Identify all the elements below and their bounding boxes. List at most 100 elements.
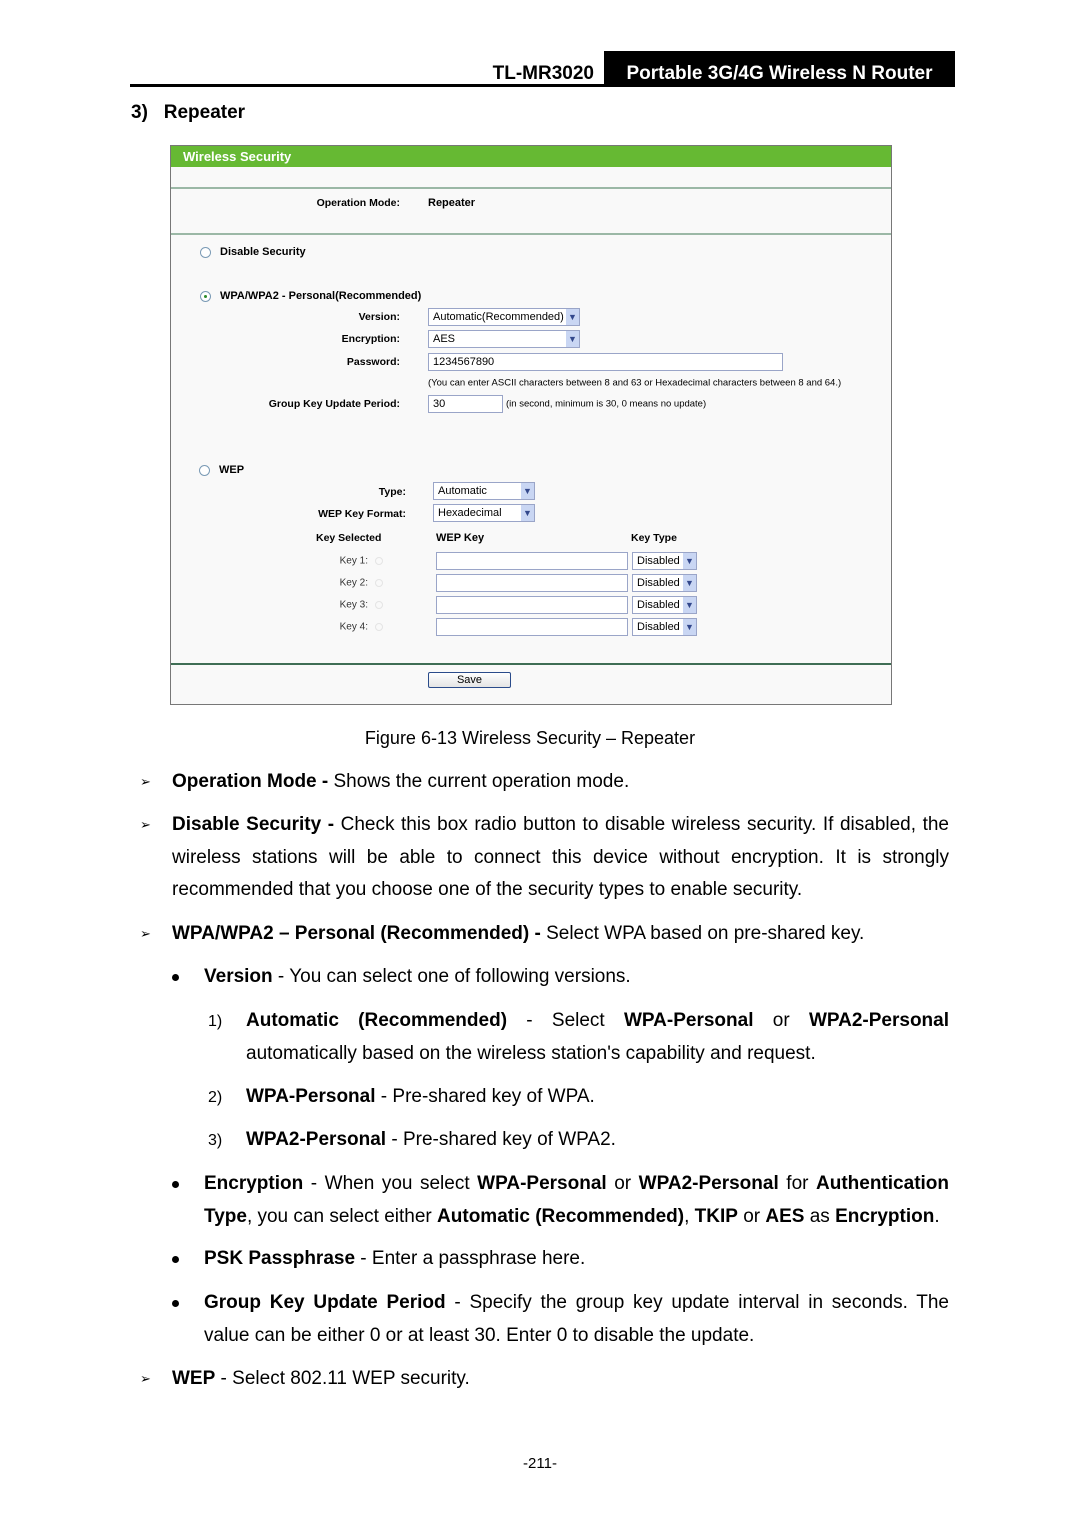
wireless-security-panel: Wireless Security Operation Mode: Repeat… <box>170 145 892 705</box>
arrow-bullet-icon: ➢ <box>140 817 151 832</box>
wpa-personal-label: WPA/WPA2 - Personal(Recommended) <box>220 290 422 302</box>
paragraph: PSK Passphrase - Enter a passphrase here… <box>204 1243 949 1276</box>
col-key-selected: Key Selected <box>316 532 382 544</box>
password-input[interactable]: 1234567890 <box>428 353 783 371</box>
key-type-select[interactable]: Disabled ▼ <box>632 552 697 570</box>
save-button[interactable]: Save <box>428 672 511 688</box>
key-selected-radio[interactable] <box>375 557 383 565</box>
text: or <box>737 1205 766 1227</box>
paragraph: WPA/WPA2 – Personal (Recommended) - Sele… <box>172 918 949 951</box>
key-label: Key 2: <box>339 577 368 589</box>
operation-mode-value: Repeater <box>428 197 476 209</box>
bullet-icon <box>172 1300 179 1307</box>
bold-term: WPA2-Personal <box>246 1129 387 1150</box>
text: - Select 802.11 WEP security. <box>215 1368 470 1389</box>
encryption-label: Encryption: <box>341 333 400 345</box>
divider <box>171 187 891 189</box>
type-label: Type: <box>378 486 406 498</box>
text: . <box>934 1205 940 1227</box>
version-select[interactable]: Automatic(Recommended) ▼ <box>428 308 580 326</box>
key-type-select[interactable]: Disabled ▼ <box>632 596 697 614</box>
text: - Pre-shared key of WPA. <box>375 1086 595 1107</box>
wep-radio[interactable] <box>199 465 210 476</box>
col-key-type: Key Type <box>631 532 677 544</box>
key-label: Key 4: <box>339 621 368 633</box>
text: or <box>753 1010 809 1031</box>
bold-term: PSK Passphrase <box>204 1248 356 1269</box>
text: - You can select one of following versio… <box>272 966 631 987</box>
paragraph: Version - You can select one of followin… <box>204 961 949 994</box>
bold-term: Encryption <box>835 1205 935 1227</box>
divider <box>171 233 891 235</box>
key-format-label: WEP Key Format: <box>318 508 406 520</box>
bold-term: WPA-Personal <box>623 1010 754 1031</box>
key-label: Key 3: <box>339 599 368 611</box>
chevron-down-icon: ▼ <box>521 505 534 521</box>
encryption-select[interactable]: AES ▼ <box>428 330 580 348</box>
bullet-icon <box>172 1256 179 1263</box>
header-product: Portable 3G/4G Wireless N Router <box>604 51 955 87</box>
paragraph: WEP - Select 802.11 WEP security. <box>172 1363 949 1396</box>
bold-term: WPA2-Personal <box>638 1173 779 1194</box>
bold-term: WEP <box>172 1368 216 1389</box>
bold-term: Encryption <box>204 1173 304 1194</box>
paragraph: WPA-Personal - Pre-shared key of WPA. <box>246 1081 949 1114</box>
chevron-down-icon: ▼ <box>683 597 696 613</box>
bold-term: Automatic (Recommended) <box>437 1205 685 1227</box>
type-select[interactable]: Automatic ▼ <box>433 482 535 500</box>
text: or <box>606 1173 639 1194</box>
key-selected-radio[interactable] <box>375 623 383 631</box>
operation-mode-label: Operation Mode: <box>316 197 400 209</box>
divider <box>171 663 891 665</box>
disable-security-label: Disable Security <box>220 246 306 258</box>
key-selected-radio[interactable] <box>375 601 383 609</box>
figure-caption: Figure 6-13 Wireless Security – Repeater <box>364 728 696 748</box>
arrow-bullet-icon: ➢ <box>140 926 151 941</box>
bold-term: WPA2-Personal <box>808 1010 950 1031</box>
key-selected-radio[interactable] <box>375 579 383 587</box>
wep-key-input[interactable] <box>436 552 628 570</box>
bold-term: TKIP <box>694 1205 738 1227</box>
encryption-value: AES <box>433 333 456 345</box>
wep-key-input[interactable] <box>436 618 628 636</box>
panel-title: Wireless Security <box>171 146 891 167</box>
paragraph: Automatic (Recommended) - Select WPA-Per… <box>246 1005 949 1070</box>
key-type-select[interactable]: Disabled ▼ <box>632 574 697 592</box>
text: , you can select either <box>246 1205 438 1227</box>
list-number: 3) <box>208 1132 223 1149</box>
paragraph: WPA2-Personal - Pre-shared key of WPA2. <box>246 1124 949 1157</box>
text: Shows the current operation mode. <box>333 771 630 792</box>
key-type-select[interactable]: Disabled ▼ <box>632 618 697 636</box>
bold-term: Group Key Update Period <box>204 1292 446 1313</box>
bold-term: Operation Mode - <box>172 771 334 792</box>
bold-term: WPA/WPA2 – Personal (Recommended) - <box>172 923 547 944</box>
group-key-label: Group Key Update Period: <box>268 398 400 410</box>
wep-key-input[interactable] <box>436 574 628 592</box>
chevron-down-icon: ▼ <box>566 331 579 347</box>
wpa-personal-radio[interactable] <box>200 291 211 302</box>
bullet-icon <box>172 1181 179 1188</box>
key-format-value: Hexadecimal <box>438 507 502 519</box>
bold-term: WPA-Personal <box>246 1086 376 1107</box>
key-format-select[interactable]: Hexadecimal ▼ <box>433 504 535 522</box>
wep-key-input[interactable] <box>436 596 628 614</box>
arrow-bullet-icon: ➢ <box>140 774 151 789</box>
bold-term: Automatic (Recommended) <box>246 1010 508 1031</box>
paragraph: Disable Security - Check this box radio … <box>172 809 949 907</box>
bold-term: AES <box>765 1205 805 1227</box>
disable-security-radio[interactable] <box>200 247 211 258</box>
chevron-down-icon: ▼ <box>683 553 696 569</box>
chevron-down-icon: ▼ <box>683 619 696 635</box>
password-label: Password: <box>346 356 400 368</box>
chevron-down-icon: ▼ <box>566 309 579 325</box>
bold-term: WPA-Personal <box>477 1173 607 1194</box>
arrow-bullet-icon: ➢ <box>140 1371 151 1386</box>
text: - Enter a passphrase here. <box>355 1248 586 1269</box>
version-value: Automatic(Recommended) <box>433 311 564 323</box>
group-key-input[interactable]: 30 <box>428 395 503 413</box>
text: , <box>684 1205 695 1227</box>
text: - Pre-shared key of WPA2. <box>386 1129 616 1150</box>
text: as <box>804 1205 836 1227</box>
type-value: Automatic <box>438 485 487 497</box>
chevron-down-icon: ▼ <box>683 575 696 591</box>
